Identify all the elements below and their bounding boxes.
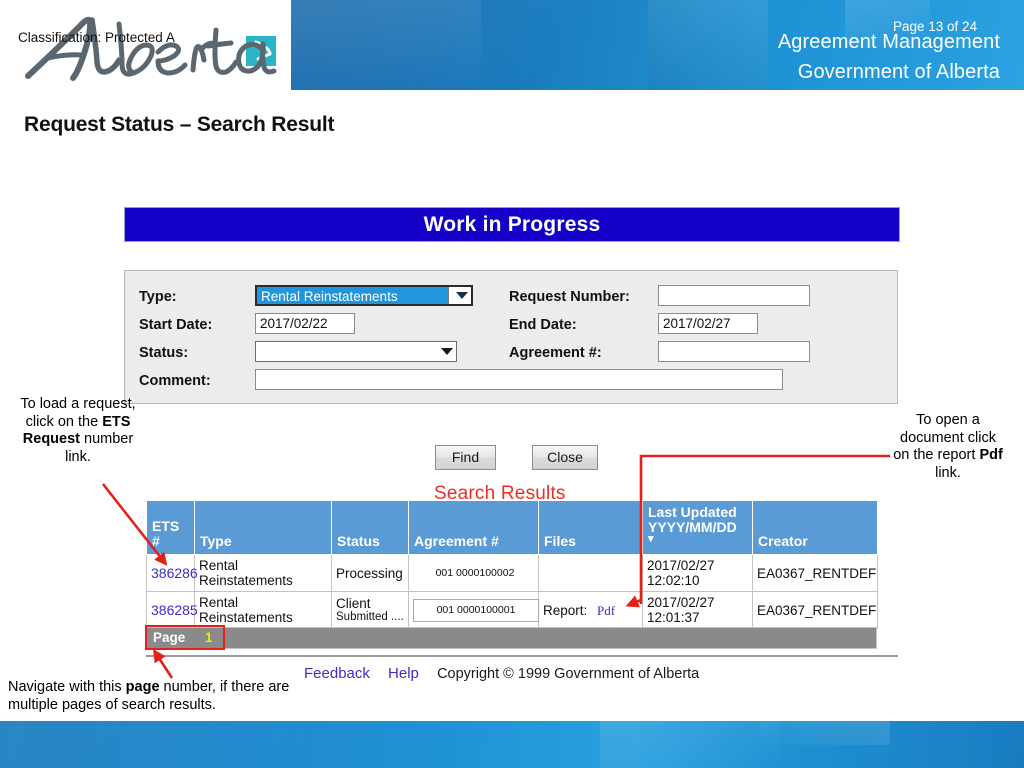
cell-agreement: 001 0000100001 [408, 591, 539, 629]
annotation-pdf-link: To open a document click on the report P… [892, 412, 1004, 482]
cell-type: Rental Reinstatements [194, 554, 332, 592]
agreement-number-label: Agreement #: [509, 345, 602, 361]
page-title: Request Status – Search Result [24, 113, 335, 136]
start-date-input[interactable]: 2017/02/22 [255, 313, 355, 334]
annotation-bottom-part1: Navigate with this [8, 679, 126, 695]
classification-label: Classification: Protected A [18, 30, 175, 45]
banner-title: Agreement Management Government of Alber… [778, 27, 1000, 87]
annotation-right-bold: Pdf [979, 447, 1003, 463]
close-button[interactable]: Close [532, 445, 598, 470]
report-label: Report: [543, 602, 588, 618]
banner-facet [648, 0, 768, 90]
find-button[interactable]: Find [435, 445, 496, 470]
end-date-label: End Date: [509, 317, 577, 333]
column-header-last-updated[interactable]: Last Updated YYYY/MM/DD ▾ [642, 500, 753, 555]
help-link[interactable]: Help [388, 665, 419, 682]
search-results-table: ETS # Type Status Agreement # Files Last… [146, 500, 878, 629]
end-date-input[interactable]: 2017/02/27 [658, 313, 758, 334]
ets-request-link[interactable]: 386285 [151, 602, 198, 618]
page-indicator: Page 13 of 24 [893, 19, 978, 34]
status-label: Status: [139, 345, 189, 361]
alberta-logo [25, 16, 277, 81]
column-header-creator[interactable]: Creator [752, 500, 878, 555]
copyright-text: Copyright © 1999 Government of Alberta [437, 666, 700, 682]
search-form-panel: Type: Rental Reinstatements Request Numb… [124, 270, 898, 404]
column-header-agreement[interactable]: Agreement # [408, 500, 539, 555]
type-label: Type: [139, 289, 177, 305]
status-main: Client [336, 595, 371, 611]
cell-type: Rental Reinstatements [194, 591, 332, 629]
banner-facet [291, 0, 481, 90]
annotation-ets-link: To load a request, click on the ETS Requ… [8, 396, 148, 466]
agreement-number-input[interactable] [658, 341, 810, 362]
footer-facet [760, 721, 890, 745]
chevron-down-icon [441, 347, 453, 355]
status-sub: Submitted .... [336, 610, 404, 623]
type-select-value: Rental Reinstatements [261, 289, 398, 304]
last-updated-line-1: Last Updated [648, 504, 737, 520]
top-banner: Agreement Management Government of Alber… [0, 0, 1024, 90]
updated-date: 2017/02/27 [647, 558, 715, 573]
column-header-type[interactable]: Type [194, 500, 332, 555]
status-select[interactable] [255, 341, 457, 362]
cell-ets: 386285 [146, 591, 198, 629]
annotation-bottom-bold: page [125, 679, 160, 695]
cell-status: Client Submitted .... [331, 591, 409, 629]
cell-last-updated: 2017/02/27 12:02:10 [642, 554, 753, 592]
updated-date: 2017/02/27 [647, 595, 715, 610]
cell-files [538, 554, 643, 592]
table-header-row: ETS # Type Status Agreement # Files Last… [146, 500, 878, 555]
request-number-input[interactable] [658, 285, 810, 306]
pager-bar: Page 1 [146, 627, 877, 649]
footer-facet [600, 721, 780, 768]
last-updated-line-2: YYYY/MM/DD [648, 519, 737, 535]
cell-ets: 386286 [146, 554, 198, 592]
comment-input[interactable] [255, 369, 783, 390]
cell-creator: EA0367_RENTDEF [752, 591, 878, 629]
cell-creator: EA0367_RENTDEF [752, 554, 878, 592]
request-number-label: Request Number: [509, 289, 630, 305]
comment-label: Comment: [139, 373, 211, 389]
agreement-number-value: 001 0000100002 [435, 566, 515, 579]
chevron-down-icon [456, 291, 468, 299]
table-row: 386286 Rental Reinstatements Processing … [146, 554, 878, 592]
ets-request-link[interactable]: 386286 [151, 565, 198, 581]
sort-descending-icon: ▾ [648, 533, 654, 545]
type-select[interactable]: Rental Reinstatements [255, 285, 473, 306]
table-bottom-rule [146, 655, 898, 657]
column-header-status[interactable]: Status [331, 500, 409, 555]
work-in-progress-header: Work in Progress [124, 207, 900, 242]
report-pdf-link[interactable]: Pdf [597, 603, 615, 618]
updated-time: 12:01:37 [647, 610, 700, 625]
application-screenshot: Work in Progress Type: Rental Reinstatem… [124, 207, 900, 682]
banner-title-line-2: Government of Alberta [797, 61, 1000, 83]
agreement-number-value: 001 0000100001 [413, 598, 539, 622]
start-date-label: Start Date: [139, 317, 213, 333]
table-row: 386285 Rental Reinstatements Client Subm… [146, 591, 878, 629]
cell-status: Processing [331, 554, 409, 592]
annotation-pager: Navigate with this page number, if there… [8, 679, 308, 714]
pager-highlight-box [145, 625, 225, 650]
annotation-right-part2: link. [935, 464, 961, 481]
cell-files: Report: Pdf [538, 591, 643, 629]
cell-last-updated: 2017/02/27 12:01:37 [642, 591, 753, 629]
app-footer-links: Feedback Help Copyright © 1999 Governmen… [304, 665, 699, 682]
updated-time: 12:02:10 [647, 573, 700, 588]
cell-agreement: 001 0000100002 [408, 554, 539, 592]
footer-bar [0, 721, 1024, 768]
column-header-files[interactable]: Files [538, 500, 643, 555]
feedback-link[interactable]: Feedback [304, 665, 370, 682]
column-header-ets[interactable]: ETS # [146, 500, 195, 555]
